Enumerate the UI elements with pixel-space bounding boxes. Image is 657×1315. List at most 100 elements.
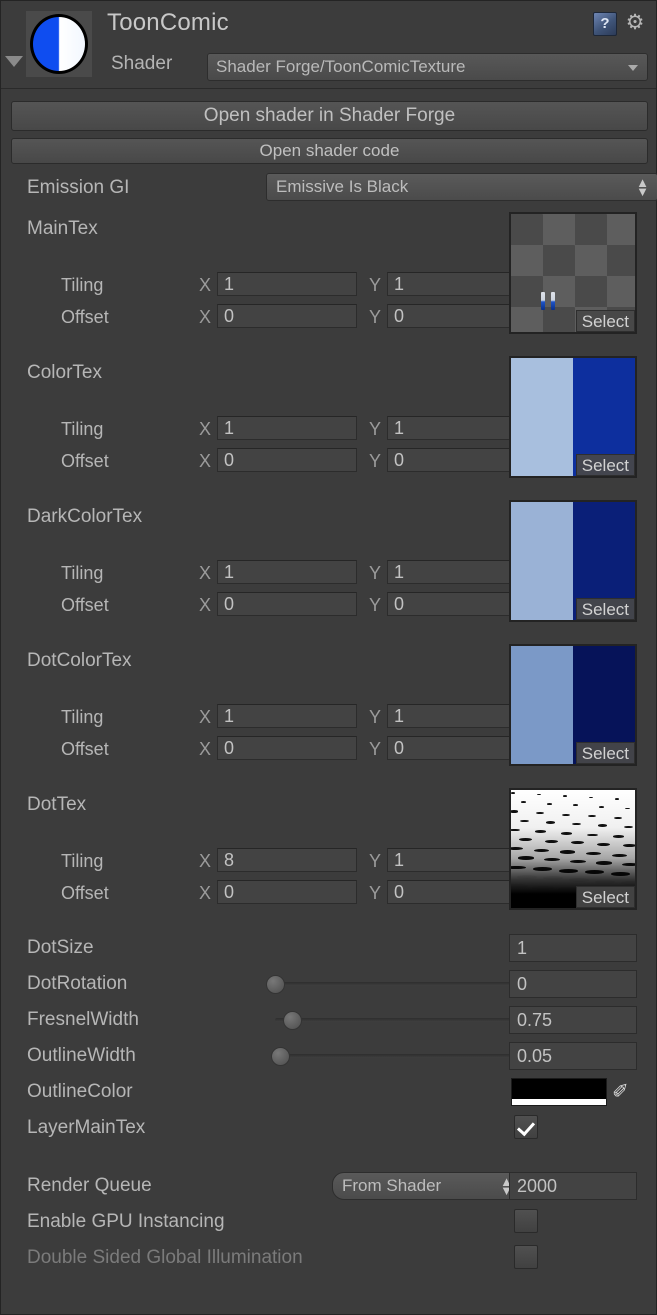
- tiling-y-input[interactable]: 1: [387, 560, 527, 584]
- tiling-label: Tiling: [61, 707, 104, 727]
- inspector-header: ToonComic Shader Shader Forge/ToonComicT…: [1, 1, 656, 89]
- offset-y-input[interactable]: 0: [387, 592, 527, 616]
- material-inspector-panel: ToonComic Shader Shader Forge/ToonComicT…: [0, 0, 657, 1315]
- property-row-dotrotation: DotRotation 0: [11, 966, 646, 1002]
- texture-property-name: ColorTex: [27, 362, 102, 383]
- help-book-icon[interactable]: ?: [593, 12, 617, 36]
- outline-color-row: OutlineColor ✐: [11, 1074, 646, 1110]
- offset-y-input[interactable]: 0: [387, 880, 527, 904]
- property-row-dotsize: DotSize 1: [11, 930, 646, 966]
- offset-y-input[interactable]: 0: [387, 448, 527, 472]
- tiling-y-input[interactable]: 1: [387, 272, 527, 296]
- select-texture-button[interactable]: Select: [575, 310, 635, 332]
- property-label: DotRotation: [27, 973, 128, 994]
- offset-label: Offset: [61, 307, 109, 327]
- slider-handle-fresnelwidth[interactable]: [283, 1011, 303, 1030]
- tiling-y-axis-label: Y: [369, 275, 382, 295]
- offset-x-input[interactable]: 0: [217, 880, 357, 904]
- property-value-input[interactable]: 0.75: [509, 1006, 637, 1034]
- select-texture-button[interactable]: Select: [575, 886, 635, 908]
- open-shader-code-button[interactable]: Open shader code: [11, 138, 648, 164]
- render-queue-row: Render Queue From Shader ▲ ▼ 2000: [11, 1168, 646, 1204]
- select-texture-button[interactable]: Select: [575, 742, 635, 764]
- offset-label: Offset: [61, 595, 109, 615]
- open-shader-in-shader-forge-button[interactable]: Open shader in Shader Forge: [11, 101, 648, 131]
- offset-y-axis-label: Y: [369, 595, 382, 615]
- gpu-instancing-row: Enable GPU Instancing: [11, 1204, 646, 1240]
- texture-slot-colortex[interactable]: Select: [509, 356, 637, 478]
- texture-block-maintex: MainTex Tiling Offset X X Y Y 1 1 0 0 Select: [11, 210, 646, 354]
- emission-gi-dropdown[interactable]: Emissive Is Black ▲ ▼: [266, 173, 657, 201]
- property-row-outlinewidth: OutlineWidth 0.05: [11, 1038, 646, 1074]
- property-label: DotSize: [27, 937, 94, 958]
- emission-gi-row: Emission GI Emissive Is Black ▲ ▼: [11, 170, 657, 210]
- eyedropper-icon[interactable]: ✐: [612, 1079, 636, 1105]
- tiling-y-input[interactable]: 1: [387, 848, 527, 872]
- updown-arrows-icon: ▲ ▼: [636, 175, 649, 199]
- slider-handle-dotrotation[interactable]: [266, 975, 285, 994]
- offset-x-input[interactable]: 0: [217, 304, 357, 328]
- texture-slot-dottex[interactable]: Select: [509, 788, 637, 910]
- tiling-label: Tiling: [61, 563, 104, 583]
- render-queue-dropdown[interactable]: From Shader ▲ ▼: [332, 1172, 522, 1200]
- offset-y-axis-label: Y: [369, 739, 382, 759]
- tiling-x-input[interactable]: 1: [217, 560, 357, 584]
- offset-label: Offset: [61, 883, 109, 903]
- slider-track-outlinewidth[interactable]: [275, 1054, 521, 1058]
- double-sided-gi-label: Double Sided Global Illumination: [27, 1247, 303, 1268]
- slider-handle-outlinewidth[interactable]: [270, 1047, 290, 1066]
- offset-x-axis-label: X: [199, 739, 212, 759]
- layer-main-tex-row: LayerMainTex: [11, 1110, 646, 1146]
- texture-block-colortex: ColorTex Tiling Offset X X Y Y 1 1 0 0 Select: [11, 354, 646, 498]
- offset-x-input[interactable]: 0: [217, 448, 357, 472]
- shader-dropdown-value: Shader Forge/ToonComicTexture: [216, 57, 466, 76]
- tiling-x-axis-label: X: [199, 563, 212, 583]
- tiling-x-axis-label: X: [199, 275, 212, 295]
- property-value-input[interactable]: 0.05: [509, 1042, 637, 1070]
- texture-slot-dotcolortex[interactable]: Select: [509, 644, 637, 766]
- thumbnail-object: [551, 292, 555, 310]
- tiling-y-input[interactable]: 1: [387, 704, 527, 728]
- tiling-x-input[interactable]: 8: [217, 848, 357, 872]
- select-texture-button[interactable]: Select: [575, 454, 635, 476]
- tiling-label: Tiling: [61, 851, 104, 871]
- slider-track-dotrotation[interactable]: [275, 982, 521, 986]
- tiling-x-input[interactable]: 1: [217, 704, 357, 728]
- texture-property-name: DarkColorTex: [27, 506, 143, 527]
- outline-color-label: OutlineColor: [27, 1081, 133, 1102]
- layer-main-tex-label: LayerMainTex: [27, 1117, 146, 1138]
- property-label: OutlineWidth: [27, 1045, 136, 1066]
- tiling-y-axis-label: Y: [369, 563, 382, 583]
- select-texture-button[interactable]: Select: [575, 598, 635, 620]
- offset-x-axis-label: X: [199, 307, 212, 327]
- texture-block-dotcolortex: DotColorTex Tiling Offset X X Y Y 1 1 0 0 Select: [11, 642, 646, 786]
- foldout-triangle-icon[interactable]: [5, 56, 23, 67]
- offset-x-input[interactable]: 0: [217, 736, 357, 760]
- texture-slot-maintex[interactable]: Select: [509, 212, 637, 334]
- tiling-x-input[interactable]: 1: [217, 416, 357, 440]
- tiling-x-input[interactable]: 1: [217, 272, 357, 296]
- gpu-instancing-checkbox[interactable]: [514, 1209, 538, 1233]
- tiling-label: Tiling: [61, 419, 104, 439]
- tiling-y-axis-label: Y: [369, 707, 382, 727]
- material-name: ToonComic: [107, 9, 229, 36]
- gear-icon[interactable]: ⚙: [622, 12, 648, 36]
- render-queue-label: Render Queue: [27, 1175, 152, 1196]
- offset-y-input[interactable]: 0: [387, 304, 527, 328]
- offset-x-input[interactable]: 0: [217, 592, 357, 616]
- double-sided-gi-row: Double Sided Global Illumination: [11, 1240, 646, 1276]
- slider-track-fresnelwidth[interactable]: [275, 1018, 521, 1022]
- double-sided-gi-checkbox: [514, 1245, 538, 1269]
- texture-slot-darkcolortex[interactable]: Select: [509, 500, 637, 622]
- render-queue-value-field[interactable]: 2000: [509, 1172, 637, 1200]
- tiling-y-input[interactable]: 1: [387, 416, 527, 440]
- offset-y-input[interactable]: 0: [387, 736, 527, 760]
- offset-y-axis-label: Y: [369, 883, 382, 903]
- property-value-input[interactable]: 1: [509, 934, 637, 962]
- tiling-label: Tiling: [61, 275, 104, 295]
- shader-dropdown[interactable]: Shader Forge/ToonComicTexture: [207, 53, 648, 81]
- property-value-input[interactable]: 0: [509, 970, 637, 998]
- outline-color-swatch[interactable]: [511, 1078, 607, 1106]
- tiling-y-axis-label: Y: [369, 851, 382, 871]
- layer-main-tex-checkbox[interactable]: [514, 1115, 538, 1139]
